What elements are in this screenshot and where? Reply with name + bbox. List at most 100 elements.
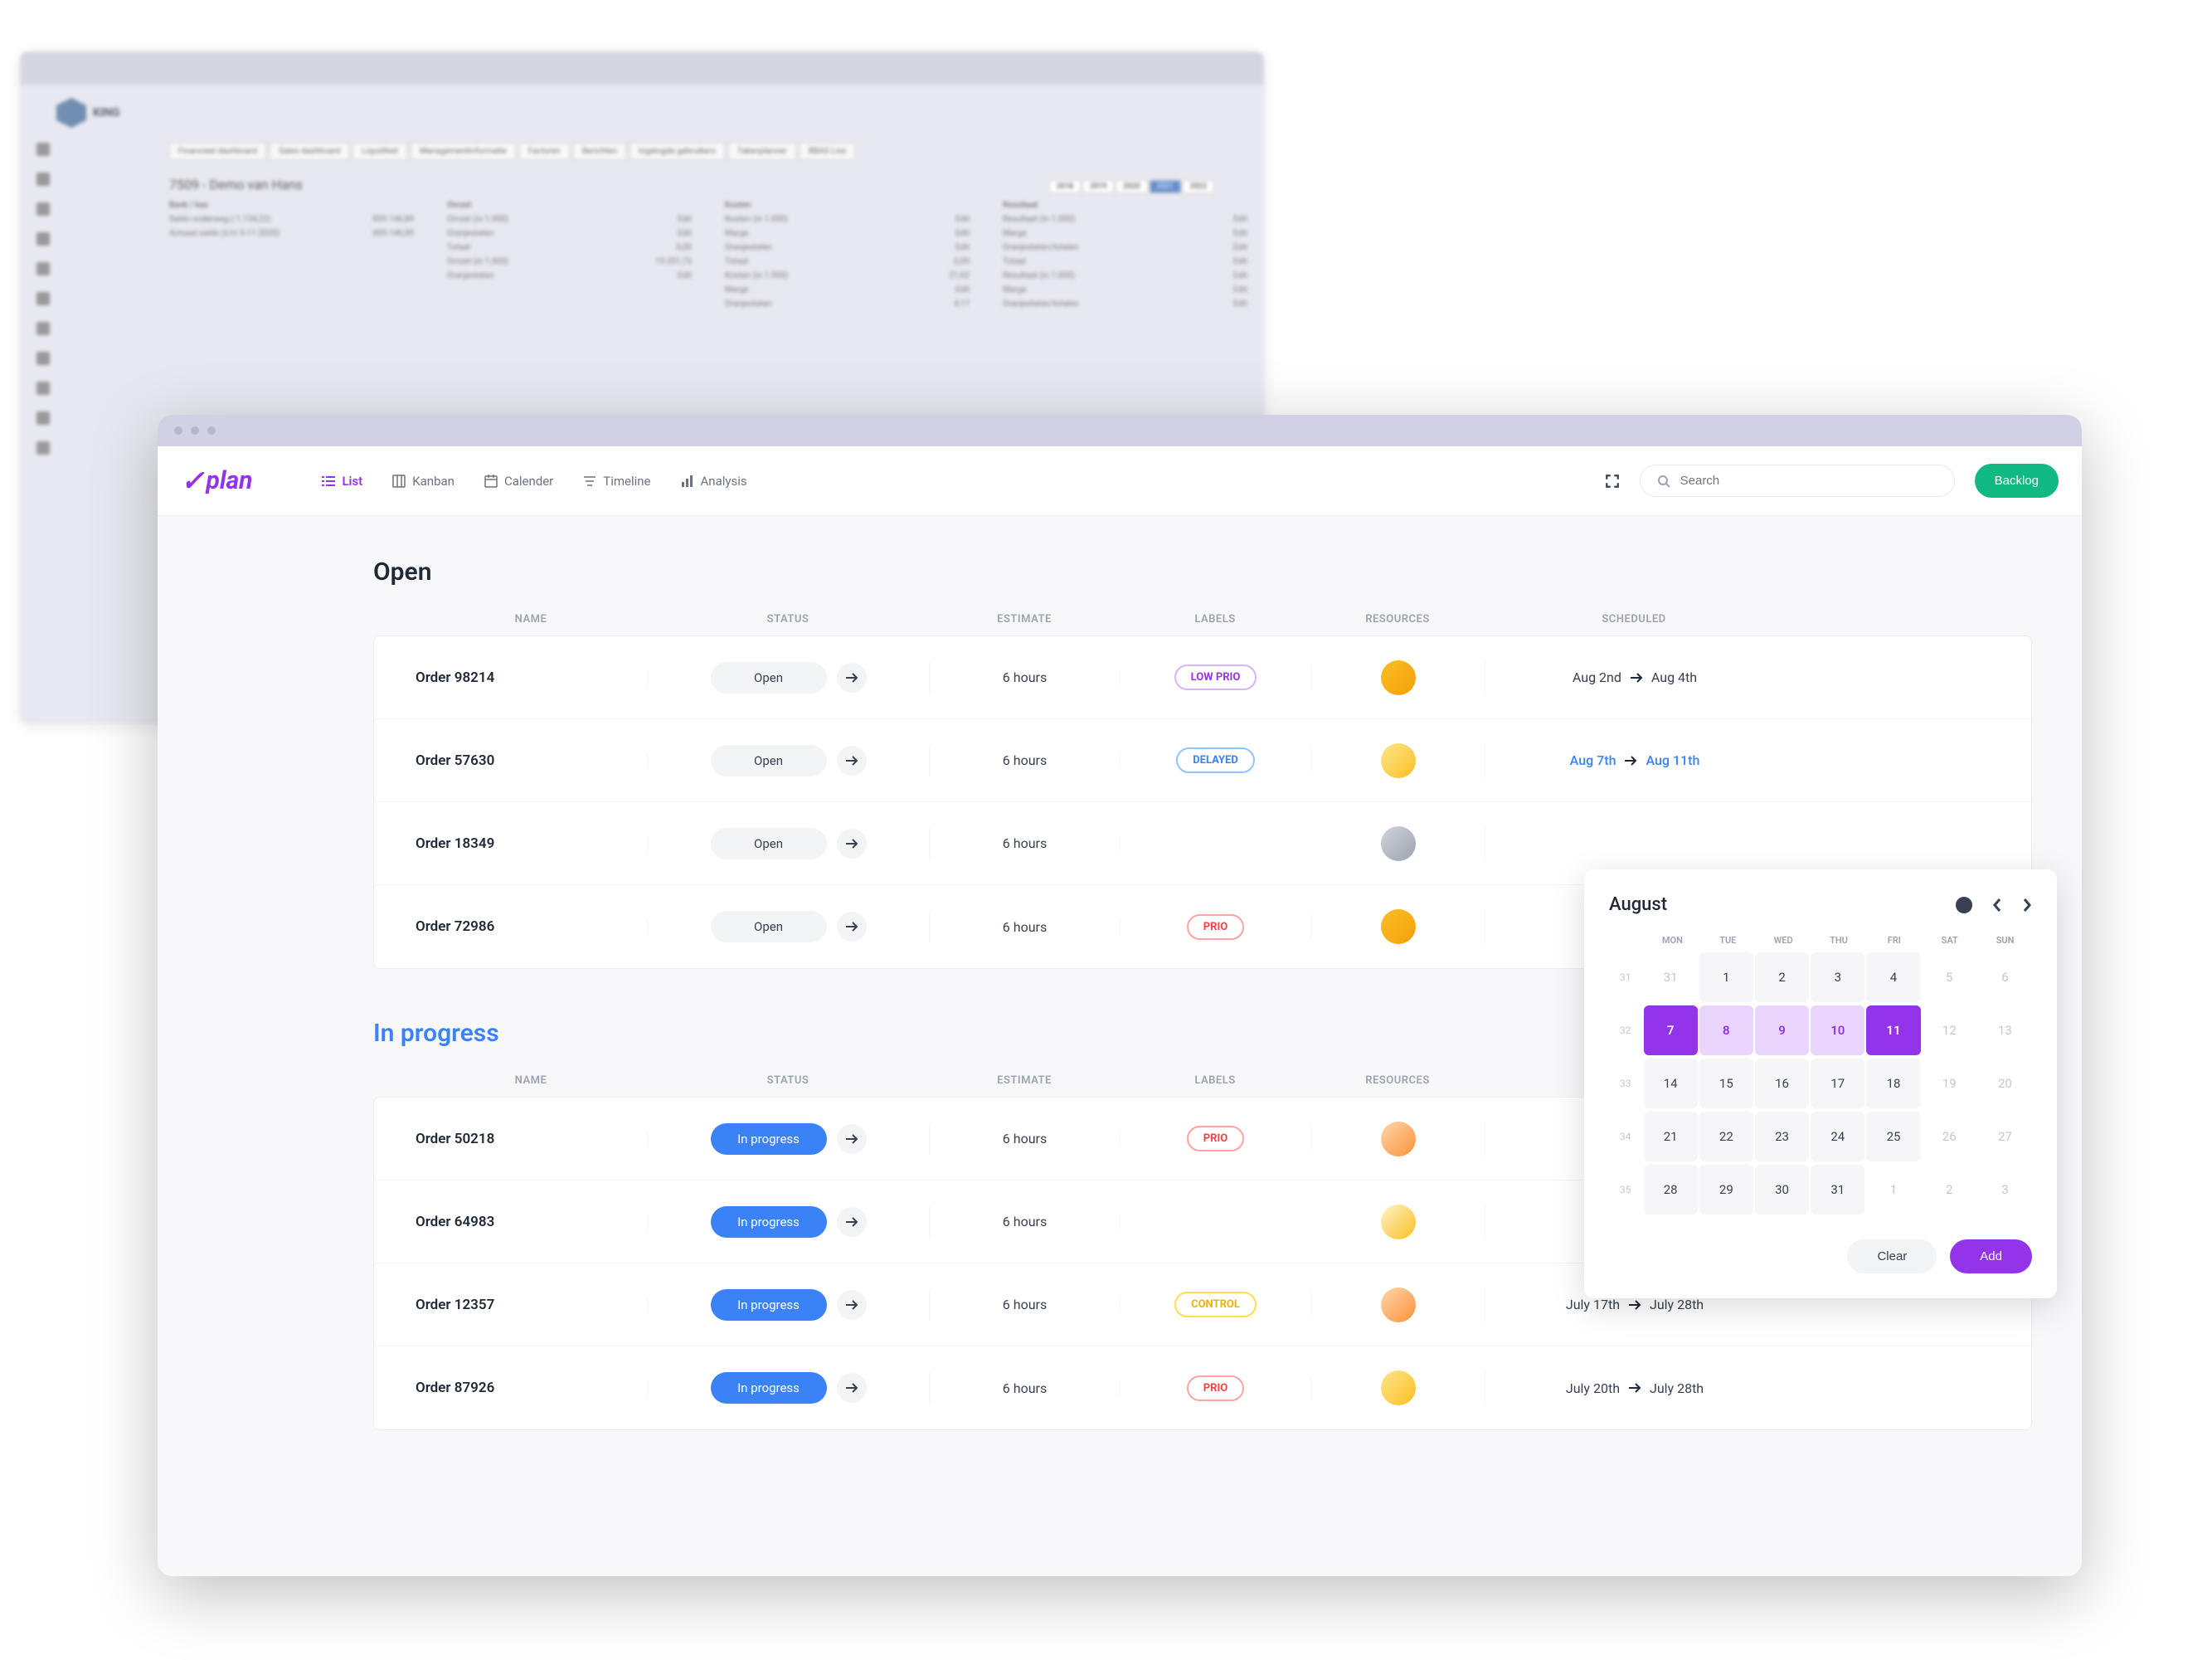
status-advance-button[interactable] xyxy=(837,1373,867,1403)
scheduled-dates[interactable]: July 20thJuly 28th xyxy=(1485,1380,1784,1396)
week-number: 32 xyxy=(1609,1025,1642,1036)
order-name: Order 87926 xyxy=(374,1380,648,1396)
calendar-day[interactable]: 9 xyxy=(1755,1005,1809,1055)
avatar[interactable] xyxy=(1381,826,1416,861)
search-input[interactable] xyxy=(1680,474,1937,488)
calendar-day[interactable]: 10 xyxy=(1811,1005,1864,1055)
calendar-day[interactable]: 27 xyxy=(1978,1112,2032,1161)
order-name: Order 18349 xyxy=(374,835,648,852)
calendar-day[interactable]: 19 xyxy=(1923,1059,1976,1108)
scheduled-dates[interactable]: Aug 7thAug 11th xyxy=(1485,752,1784,768)
status-advance-button[interactable] xyxy=(837,1207,867,1237)
check-icon: ✓ xyxy=(181,465,205,498)
column-header-status: STATUS xyxy=(647,613,929,626)
status-advance-button[interactable] xyxy=(837,912,867,942)
status-pill[interactable]: In progress xyxy=(711,1206,827,1238)
calendar-day[interactable]: 8 xyxy=(1699,1005,1753,1055)
vplan-main-window: ✓plan List Kanban Calender xyxy=(158,415,2082,1576)
window-dot xyxy=(207,426,216,435)
tab-analysis[interactable]: Analysis xyxy=(681,474,747,489)
calendar-day[interactable]: 1 xyxy=(1699,952,1753,1002)
calendar-day[interactable]: 1 xyxy=(1866,1165,1920,1215)
search-box[interactable] xyxy=(1640,465,1955,497)
calendar-day[interactable]: 21 xyxy=(1644,1112,1698,1161)
tab-calendar[interactable]: Calender xyxy=(484,474,553,489)
calendar-day[interactable]: 4 xyxy=(1866,952,1920,1002)
calendar-day[interactable]: 22 xyxy=(1699,1112,1753,1161)
calendar-day[interactable]: 5 xyxy=(1923,952,1976,1002)
clock-icon[interactable] xyxy=(1956,897,1972,913)
order-name: Order 98214 xyxy=(374,669,648,686)
table-row[interactable]: Order 57630Open6 hoursDELAYEDAug 7thAug … xyxy=(374,719,2031,802)
week-number: 33 xyxy=(1609,1078,1642,1089)
calendar-day[interactable]: 11 xyxy=(1866,1005,1920,1055)
expand-icon[interactable] xyxy=(1605,474,1620,489)
avatar[interactable] xyxy=(1381,1205,1416,1239)
calendar-day[interactable]: 2 xyxy=(1755,952,1809,1002)
calendar-day[interactable]: 2 xyxy=(1923,1165,1976,1215)
status-advance-button[interactable] xyxy=(837,1124,867,1154)
calendar-day[interactable]: 16 xyxy=(1755,1059,1809,1108)
calendar-day[interactable]: 3 xyxy=(1811,952,1864,1002)
calendar-day[interactable]: 13 xyxy=(1978,1005,2032,1055)
calendar-day-name: SAT xyxy=(1923,935,1976,946)
calendar-day[interactable]: 3 xyxy=(1978,1165,2032,1215)
next-month-button[interactable] xyxy=(2022,898,2032,913)
arrow-right-icon xyxy=(1624,756,1637,766)
backlog-button[interactable]: Backlog xyxy=(1975,464,2059,498)
calendar-day[interactable]: 29 xyxy=(1699,1165,1753,1215)
section-title: Open xyxy=(373,557,2032,587)
calendar-day[interactable]: 7 xyxy=(1644,1005,1698,1055)
topbar: ✓plan List Kanban Calender xyxy=(158,446,2082,516)
status-pill[interactable]: Open xyxy=(711,828,827,859)
calendar-day[interactable]: 25 xyxy=(1866,1112,1920,1161)
calendar-day[interactable]: 12 xyxy=(1923,1005,1976,1055)
calendar-day[interactable]: 15 xyxy=(1699,1059,1753,1108)
status-advance-button[interactable] xyxy=(837,1290,867,1320)
status-advance-button[interactable] xyxy=(837,663,867,693)
calendar-day[interactable]: 24 xyxy=(1811,1112,1864,1161)
calendar-day[interactable]: 30 xyxy=(1755,1165,1809,1215)
avatar[interactable] xyxy=(1381,660,1416,695)
calendar-clear-button[interactable]: Clear xyxy=(1847,1239,1937,1273)
status-pill[interactable]: In progress xyxy=(711,1123,827,1155)
status-pill[interactable]: Open xyxy=(711,911,827,942)
tab-kanban[interactable]: Kanban xyxy=(392,474,455,489)
estimate-value: 6 hours xyxy=(930,752,1121,768)
scheduled-dates[interactable]: Aug 2ndAug 4th xyxy=(1485,669,1784,685)
avatar[interactable] xyxy=(1381,909,1416,944)
avatar[interactable] xyxy=(1381,743,1416,778)
tab-list[interactable]: List xyxy=(322,474,362,489)
calendar-day[interactable]: 18 xyxy=(1866,1059,1920,1108)
calendar-day[interactable]: 20 xyxy=(1978,1059,2032,1108)
calendar-day[interactable]: 31 xyxy=(1644,952,1698,1002)
table-row[interactable]: Order 98214Open6 hoursLOW PRIOAug 2ndAug… xyxy=(374,636,2031,719)
status-pill[interactable]: In progress xyxy=(711,1289,827,1321)
status-advance-button[interactable] xyxy=(837,746,867,776)
calendar-day[interactable]: 14 xyxy=(1644,1059,1698,1108)
arrow-right-icon xyxy=(1628,1383,1641,1393)
order-name: Order 12357 xyxy=(374,1297,648,1313)
status-pill[interactable]: Open xyxy=(711,662,827,694)
estimate-value: 6 hours xyxy=(930,669,1121,685)
calendar-day[interactable]: 23 xyxy=(1755,1112,1809,1161)
avatar[interactable] xyxy=(1381,1288,1416,1322)
calendar-day[interactable]: 28 xyxy=(1644,1165,1698,1215)
tab-timeline[interactable]: Timeline xyxy=(583,474,650,489)
table-row[interactable]: Order 87926In progress6 hoursPRIOJuly 20… xyxy=(374,1346,2031,1429)
scheduled-dates[interactable]: July 17thJuly 28th xyxy=(1485,1297,1784,1312)
avatar[interactable] xyxy=(1381,1370,1416,1405)
calendar-day-name: THU xyxy=(1812,935,1866,946)
calendar-day[interactable]: 17 xyxy=(1811,1059,1864,1108)
avatar[interactable] xyxy=(1381,1122,1416,1156)
calendar-add-button[interactable]: Add xyxy=(1950,1239,2032,1273)
status-advance-button[interactable] xyxy=(837,829,867,859)
status-pill[interactable]: Open xyxy=(711,745,827,776)
calendar-day[interactable]: 31 xyxy=(1811,1165,1864,1215)
label-badge: PRIO xyxy=(1187,1375,1244,1401)
calendar-day[interactable]: 26 xyxy=(1923,1112,1976,1161)
status-pill[interactable]: In progress xyxy=(711,1372,827,1404)
calendar-day[interactable]: 6 xyxy=(1978,952,2032,1002)
column-header-estimate: ESTIMATE xyxy=(929,613,1120,626)
prev-month-button[interactable] xyxy=(1992,898,2002,913)
